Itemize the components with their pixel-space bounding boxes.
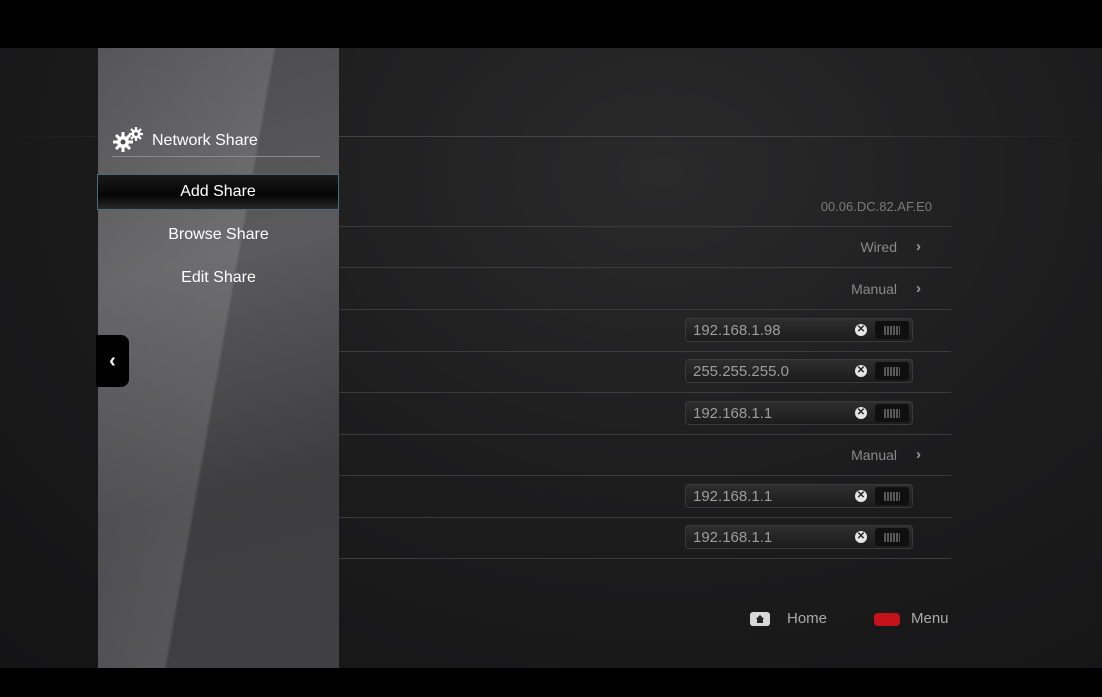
dns-mode-value: Manual: [851, 447, 897, 463]
ip-address-field[interactable]: 192.168.1.98 ✕: [685, 318, 913, 342]
footer-hints: Home Menu: [738, 609, 968, 629]
menu-label: Menu: [911, 610, 949, 627]
clear-icon[interactable]: ✕: [855, 324, 867, 336]
dns-primary-field[interactable]: 192.168.1.1 ✕: [685, 484, 913, 508]
clear-icon[interactable]: ✕: [855, 490, 867, 502]
dns-secondary-field[interactable]: 192.168.1.1 ✕: [685, 525, 913, 549]
clear-icon[interactable]: ✕: [855, 407, 867, 419]
dns-primary-value: 192.168.1.1: [693, 488, 773, 505]
ip-address-row: 192.168.1.98 ✕: [339, 310, 951, 352]
dns-secondary-row: 192.168.1.1 ✕: [339, 517, 951, 559]
back-button[interactable]: ‹: [96, 335, 129, 387]
keyboard-icon[interactable]: [875, 528, 909, 546]
sidebar-menu: Network Share Add Share Browse Share Edi…: [98, 48, 339, 668]
dns-mode-row[interactable]: Manual ›: [339, 434, 951, 476]
chevron-left-icon: ‹: [109, 350, 116, 372]
ip-mode-value: Manual: [851, 281, 897, 297]
connection-type-row[interactable]: Wired ›: [339, 226, 951, 268]
keyboard-icon[interactable]: [875, 362, 909, 380]
subnet-mask-row: 255.255.255.0 ✕: [339, 351, 951, 393]
gateway-value: 192.168.1.1: [693, 405, 773, 422]
ip-mode-row[interactable]: Manual ›: [339, 268, 951, 310]
keyboard-icon[interactable]: [875, 404, 909, 422]
connection-type-value: Wired: [860, 239, 897, 255]
sidebar-title: Network Share: [112, 126, 320, 157]
menu-item-edit-share[interactable]: Edit Share: [98, 261, 339, 295]
mac-address-value: 00.06.DC.82.AF.E0: [820, 199, 932, 214]
clear-icon[interactable]: ✕: [855, 365, 867, 377]
menu-item-label: Add Share: [180, 183, 256, 200]
dns-secondary-value: 192.168.1.1: [693, 529, 773, 546]
chevron-right-icon: ›: [916, 446, 921, 463]
gateway-row: 192.168.1.1 ✕: [339, 393, 951, 435]
chevron-right-icon: ›: [916, 280, 921, 297]
dns-primary-row: 192.168.1.1 ✕: [339, 476, 951, 518]
menu-item-label: Edit Share: [181, 269, 256, 286]
subnet-mask-value: 255.255.255.0: [693, 363, 789, 380]
home-icon: [750, 612, 770, 626]
ip-address-value: 192.168.1.98: [693, 322, 781, 339]
sidebar-title-label: Network Share: [152, 132, 258, 149]
mac-address-row: 00.06.DC.82.AF.E0: [339, 185, 951, 227]
keyboard-icon[interactable]: [875, 487, 909, 505]
gateway-field[interactable]: 192.168.1.1 ✕: [685, 401, 913, 425]
chevron-right-icon: ›: [916, 238, 921, 255]
subnet-mask-field[interactable]: 255.255.255.0 ✕: [685, 359, 913, 383]
home-label: Home: [787, 610, 828, 627]
menu-item-browse-share[interactable]: Browse Share: [98, 218, 339, 252]
menu-item-label: Browse Share: [168, 226, 269, 243]
keyboard-icon[interactable]: [875, 321, 909, 339]
tv-screen: 00.06.DC.82.AF.E0 Wired › Manual › 192.1…: [0, 48, 1102, 668]
gears-icon: [113, 127, 143, 152]
menu-item-add-share[interactable]: Add Share: [98, 175, 338, 209]
clear-icon[interactable]: ✕: [855, 531, 867, 543]
red-button-icon: [874, 613, 900, 626]
